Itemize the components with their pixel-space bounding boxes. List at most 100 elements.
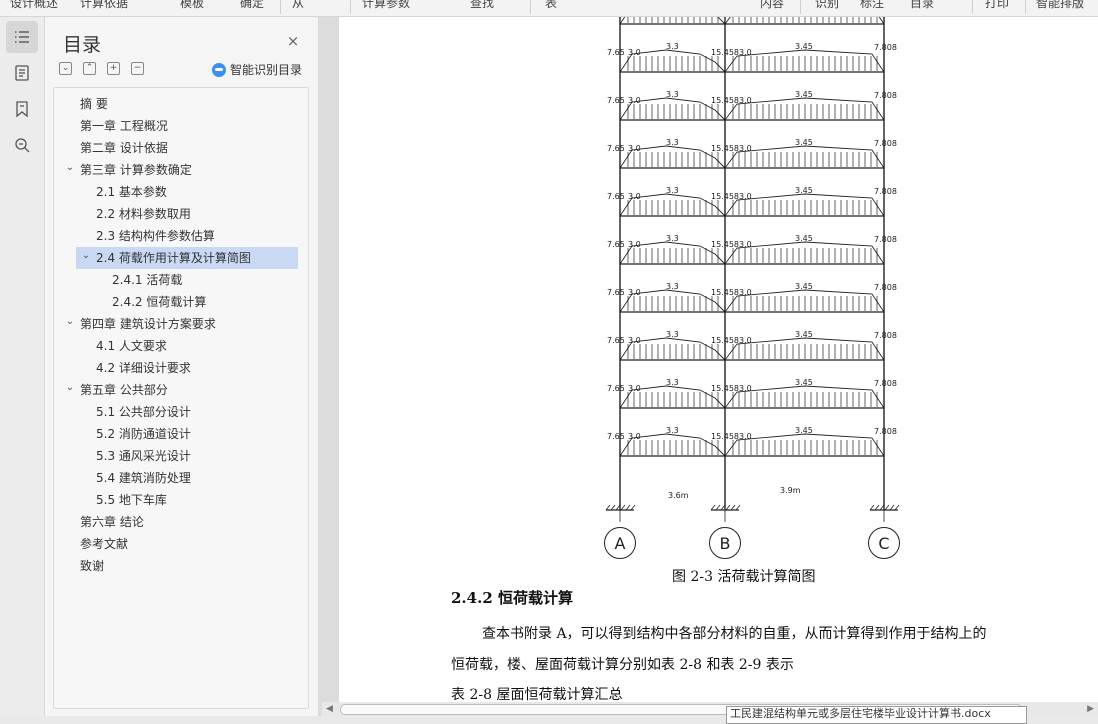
load-label: 7.808 [874,283,897,292]
chevron-down-icon[interactable]: ⌄ [64,379,76,397]
toc-title: 目录 [63,34,102,56]
load-label: 15.458 [711,336,739,345]
load-label: 3.0 [628,336,641,345]
toolbar-item[interactable]: 从 [292,0,304,11]
toolbar-item[interactable]: 标注 [860,0,884,11]
toc-item[interactable]: 2.3 结构构件参数估算 [54,225,294,247]
toc-item[interactable]: 第二章 设计依据 [54,137,294,159]
load-label: 15.458 [711,384,739,393]
toc-item[interactable]: 2.1 基本参数 [54,181,294,203]
toc-item-label: 4.1 人文要求 [96,339,167,353]
support-hatch [610,504,616,511]
toc-item[interactable]: 参考文献 [54,533,294,555]
toolbar-item[interactable]: 打印 [985,0,1009,11]
toc-item[interactable]: 4.2 详细设计要求 [54,357,294,379]
toolbar-item[interactable]: 计算依据 [80,0,128,11]
toolbar-item[interactable]: 识别 [815,0,839,11]
toc-item[interactable]: ⌄ 2.4 荷载作用计算及计算简图 [76,247,298,269]
toc-item-label: 5.3 通风采光设计 [96,449,191,463]
toc-item-label: 致谢 [80,559,105,573]
axis-label: C [878,534,889,553]
toc-item-label: 5.1 公共部分设计 [96,405,191,419]
toc-item[interactable]: 2.4.2 恒荷载计算 [54,291,294,313]
load-label: 3.45 [795,42,813,51]
load-label: 3.3 [666,138,679,147]
scroll-left-icon[interactable]: ◀ [326,702,333,716]
close-icon[interactable]: × [285,32,301,50]
toc-item[interactable]: 4.1 人文要求 [54,335,294,357]
load-label: 3.3 [666,426,679,435]
axis-label: B [720,534,731,553]
toolbar-item[interactable]: 内容 [760,0,784,11]
toc-item[interactable]: 5.2 消防通道设计 [54,423,294,445]
toc-item[interactable]: 2.4.1 活荷载 [54,269,294,291]
toc-button[interactable] [6,21,38,53]
add-heading-icon[interactable]: + [107,62,120,75]
toc-item-label: 第二章 设计依据 [80,141,168,155]
toc-item[interactable]: 第六章 结论 [54,511,294,533]
collapse-all-icon[interactable]: ⌄ [59,62,72,75]
toc-item[interactable]: 摘 要 [54,93,294,115]
load-trapezoid [724,17,885,25]
load-label: 3.45 [795,138,813,147]
load-label: 3.0 [628,48,641,57]
smart-toc-button[interactable]: 智能识别目录 [212,61,302,78]
toc-item-label: 参考文献 [80,537,129,551]
support-hatch [889,504,895,511]
page-outline-button[interactable] [6,57,38,89]
toolbar-item[interactable]: 模板 [180,0,204,11]
document-canvas: 7.65 3.0 3.3 15.458 3.0 3.45 7.808 7.65 3.0 3.3 15… [339,17,1098,716]
toolbar-item[interactable]: 查找 [470,0,494,11]
toc-item[interactable]: ⌄ 第五章 公共部分 [54,379,294,401]
load-label: 3.3 [666,90,679,99]
toc-list: 摘 要第一章 工程概况 第二章 设计依据 ⌄ 第三章 计算参数确定 2.1 基本参数 2.… [53,87,309,709]
toc-item[interactable]: 5.4 建筑消防处理 [54,467,294,489]
load-label: 3.0 [628,96,641,105]
toc-item[interactable]: 2.2 材料参数取用 [54,203,294,225]
toolbar-item[interactable]: 设计概述 [10,0,58,11]
load-label: 3.0 [739,384,752,393]
toolbar-item[interactable]: 目录 [910,0,934,11]
scroll-right-icon[interactable]: ▶ [1087,702,1094,716]
toolbar-item[interactable]: 智能排版 [1036,0,1084,11]
toc-item[interactable]: 致谢 [54,555,294,577]
toc-item-label: 第六章 结论 [80,515,144,529]
search-document-icon [15,138,30,153]
load-label: 3.3 [666,282,679,291]
load-label: 7.65 [607,288,625,297]
support-hatch [625,504,631,511]
toolbar-item[interactable]: 计算参数 [362,0,410,11]
bookmark-button[interactable] [6,93,38,125]
toc-item[interactable]: 5.1 公共部分设计 [54,401,294,423]
load-label: 7.808 [874,187,897,196]
chevron-down-icon[interactable]: ⌄ [64,313,76,331]
load-label: 7.65 [607,336,625,345]
toc-item[interactable]: 5.5 地下车库 [54,489,294,511]
load-label: 3.45 [795,282,813,291]
search-document-button[interactable] [6,129,38,161]
panel-splitter[interactable] [318,17,339,716]
toolbar-item[interactable]: 表 [545,0,557,11]
toc-item-label: 摘 要 [80,97,108,111]
chevron-down-icon[interactable]: ⌄ [64,159,76,177]
toc-item[interactable]: 第一章 工程概况 [54,115,294,137]
document-tooltip: 工民建混结构单元或多层住宅楼毕业设计计算书.docx [726,706,1027,724]
table-title: 表 2-8 屋面恒荷载计算汇总 [451,687,623,703]
load-label: 3.0 [739,192,752,201]
expand-all-icon[interactable]: ⌃ [83,62,96,75]
support-hatch [735,504,741,511]
load-label: 3.0 [628,384,641,393]
support-hatch [710,504,716,511]
load-label: 7.65 [607,96,625,105]
chevron-down-icon[interactable]: ⌄ [80,247,92,265]
toolbar-item[interactable]: 确定 [240,0,264,11]
load-label: 7.65 [607,384,625,393]
load-label: 7.808 [874,91,897,100]
toc-panel: 目录 × ⌄ ⌃ + − 智能识别目录 摘 要第一章 工程概况第二章 设计依据 ⌄… [45,17,318,716]
toc-item[interactable]: ⌄ 第四章 建筑设计方案要求 [54,313,294,335]
remove-heading-icon[interactable]: − [131,62,144,75]
toc-item[interactable]: 5.3 通风采光设计 [54,445,294,467]
toc-item[interactable]: ⌄ 第三章 计算参数确定 [54,159,294,181]
toc-item-label: 第三章 计算参数确定 [80,163,192,177]
load-label: 15.458 [711,192,739,201]
